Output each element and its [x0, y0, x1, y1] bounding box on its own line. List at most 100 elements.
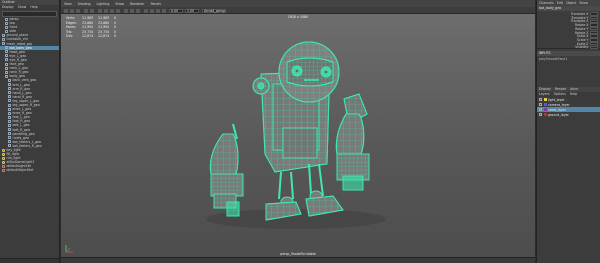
menu-shading[interactable]: Shading: [78, 2, 91, 6]
layer-color-swatch[interactable]: [543, 103, 547, 106]
layer-color-swatch[interactable]: [543, 113, 547, 116]
menu-view[interactable]: View: [64, 2, 72, 6]
xray-icon[interactable]: [150, 8, 154, 13]
outliner-item[interactable]: defaultObjectSet: [0, 168, 59, 172]
channel-box-empty: [537, 61, 600, 87]
mesh-icon: [5, 50, 8, 54]
menu-object[interactable]: Object: [566, 0, 576, 6]
mesh-icon: [8, 91, 11, 95]
textured-icon[interactable]: [110, 8, 114, 13]
menu-panels[interactable]: Panels: [151, 2, 161, 6]
camera-select-field[interactable]: Arnold_persp: [202, 8, 226, 13]
camera-icon: [5, 21, 8, 25]
mesh-icon: [8, 136, 11, 140]
menu-lighting[interactable]: Lighting: [97, 2, 110, 6]
mesh-icon: [5, 62, 8, 66]
ambient-occlusion-icon[interactable]: [130, 8, 134, 13]
menu-help-layers[interactable]: Help: [570, 92, 577, 97]
camera-icon: [5, 17, 8, 21]
attribute-row[interactable]: Visibility: [570, 45, 598, 49]
outliner-menu-show[interactable]: Show: [18, 5, 27, 10]
mesh-icon: [8, 140, 11, 144]
layer-name: camera_layer: [548, 102, 570, 107]
isolate-select-icon[interactable]: [144, 8, 148, 13]
group-icon: [2, 42, 5, 46]
attribute-value-field[interactable]: [590, 45, 598, 49]
image-plane-icon[interactable]: [84, 8, 88, 13]
mesh-icon: [8, 99, 11, 103]
light-icon: [2, 152, 5, 156]
layer-list: light_layer camera_layer robot_layer ground…: [537, 97, 600, 117]
outliner-panel: Outliner Display Show Help persp top front…: [0, 0, 60, 263]
lights-icon[interactable]: [116, 8, 120, 13]
grid-icon[interactable]: [90, 8, 94, 13]
camera-icon: [5, 29, 8, 33]
mesh-icon: [8, 78, 11, 82]
mesh-icon: [2, 38, 5, 42]
select-camera-icon[interactable]: [64, 8, 68, 13]
set-icon: [2, 169, 5, 173]
antialias-icon[interactable]: [136, 8, 140, 13]
camera-label: persp_ShadeTurntable: [280, 252, 316, 256]
smooth-shade-icon[interactable]: [104, 8, 108, 13]
visibility-toggle-icon[interactable]: [539, 108, 542, 111]
menu-layers[interactable]: Layers: [539, 92, 550, 97]
mesh-icon: [2, 33, 5, 37]
visibility-toggle-icon[interactable]: [539, 113, 542, 116]
lock-camera-icon[interactable]: [70, 8, 74, 13]
outliner-item-label: defaultObjectSet: [6, 168, 34, 173]
layer-color-swatch[interactable]: [543, 108, 547, 111]
light-icon: [2, 148, 5, 152]
mesh-icon: [8, 87, 11, 91]
inputs-header: INPUTS: [537, 51, 600, 56]
mesh-icon: [8, 123, 11, 127]
menu-show-channels[interactable]: Show: [579, 0, 588, 6]
outliner-menu-help[interactable]: Help: [30, 5, 37, 10]
viewport-toolbar: 0.00 1.00 Arnold_persp: [61, 7, 535, 14]
mesh-icon: [8, 83, 11, 87]
mesh-icon: [8, 115, 11, 119]
outliner-tree: persp top front side ground_plane turntable_c…: [0, 17, 59, 173]
mesh-icon: [5, 54, 8, 58]
wireframe-icon[interactable]: [98, 8, 102, 13]
mesh-icon: [8, 95, 11, 99]
bookmark-icon[interactable]: [76, 8, 80, 13]
channel-box-panel: Channels Edit Object Show bot_body_geo T…: [536, 0, 600, 263]
attribute-list: Translate X Translate Y Translate Z Rotate …: [537, 11, 600, 49]
visibility-toggle-icon[interactable]: [539, 103, 542, 106]
viewport-bottom-bar: [61, 257, 535, 263]
mesh-icon: [8, 132, 11, 136]
set-icon: [2, 164, 5, 168]
camera-icon: [5, 25, 8, 29]
mesh-icon: [8, 103, 11, 107]
outliner-menu-display[interactable]: Display: [2, 5, 14, 10]
exposure-field[interactable]: 0.00: [169, 8, 183, 14]
shadows-icon[interactable]: [124, 8, 128, 13]
gamma-field[interactable]: 1.00: [185, 8, 199, 14]
outliner-status-bar: [0, 258, 59, 263]
layer-name: ground_layer: [548, 112, 569, 117]
mesh-icon: [8, 107, 11, 111]
exposure-value: 0.00: [171, 9, 179, 14]
mesh-icon: [5, 74, 8, 78]
mesh-icon: [8, 128, 11, 132]
backface-icon[interactable]: [162, 8, 166, 13]
menu-renderer[interactable]: Renderer: [130, 2, 145, 6]
light-icon: [2, 156, 5, 160]
robot-wireframe-model[interactable]: [61, 14, 535, 257]
layer-name: robot_layer: [548, 107, 567, 112]
layer-name: light_layer: [548, 97, 565, 102]
display-layer-row[interactable]: ground_layer: [537, 112, 600, 117]
menu-options[interactable]: Options: [554, 92, 566, 97]
layer-color-swatch[interactable]: [543, 98, 547, 101]
attribute-label: Visibility: [575, 45, 589, 50]
gamma-value: 1.00: [187, 9, 195, 14]
mesh-icon: [5, 66, 8, 70]
xray-joints-icon[interactable]: [156, 8, 160, 13]
viewport-3d[interactable]: 1920 x 1080 Verts: 11,983 11,983 0 Edges: 23,…: [61, 14, 535, 257]
menu-show[interactable]: Show: [115, 2, 124, 6]
mesh-icon: [8, 119, 11, 123]
light-icon: [2, 160, 5, 164]
visibility-toggle-icon[interactable]: [539, 98, 542, 101]
mesh-icon: [5, 70, 8, 74]
